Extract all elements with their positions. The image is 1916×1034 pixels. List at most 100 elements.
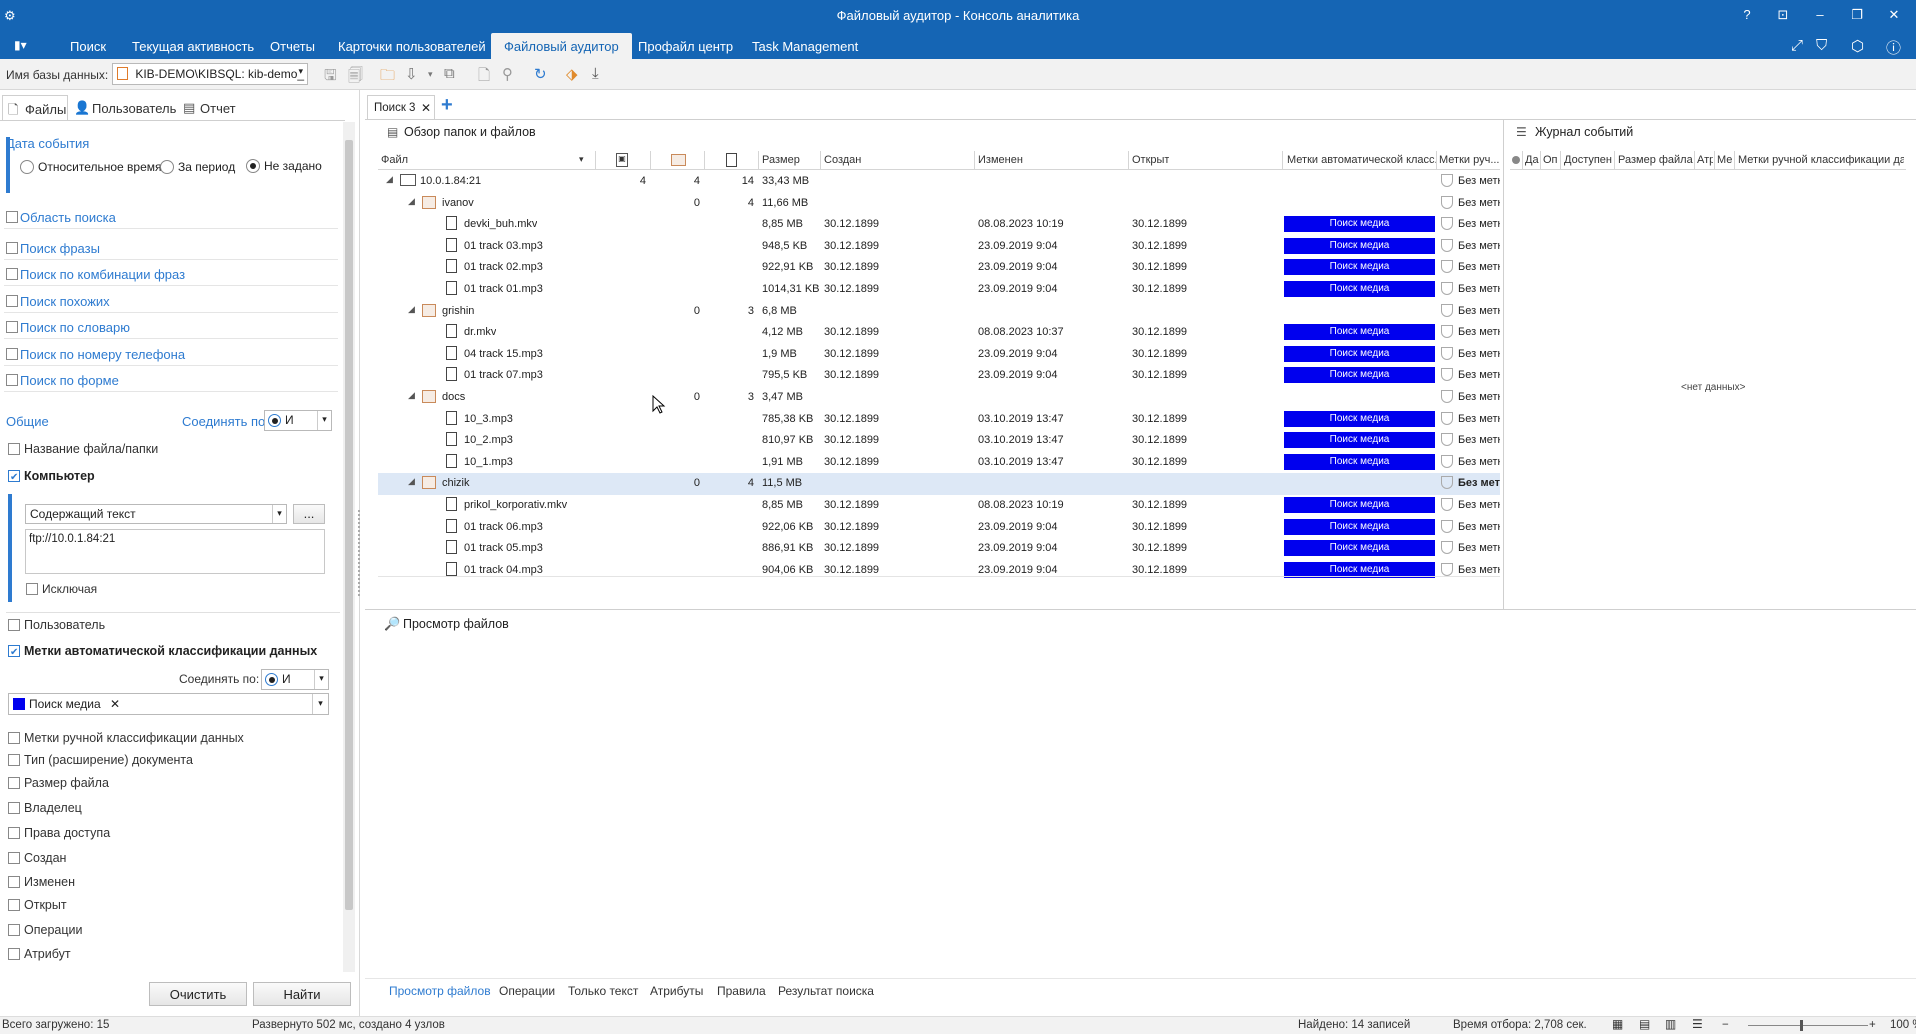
scrollbar-thumb[interactable] (345, 140, 353, 910)
filter-attribute[interactable]: Атрибут (8, 947, 71, 961)
col-modified[interactable]: Изменен (978, 154, 1023, 166)
journal-col-date[interactable]: Да (1525, 154, 1539, 166)
menu-search[interactable]: Поиск (70, 39, 106, 54)
checkbox[interactable] (8, 852, 20, 864)
filter-computer[interactable]: Компьютер (8, 469, 95, 483)
section-search-area[interactable]: Область поиска (4, 207, 338, 229)
close-icon[interactable]: ✕ (1884, 7, 1904, 23)
tab-operations[interactable]: Операции (499, 984, 555, 998)
checkbox[interactable] (8, 802, 20, 814)
auto-label-tag[interactable]: Поиск медиа (1284, 281, 1435, 297)
view-table-icon[interactable]: ▤ (1639, 1017, 1650, 1031)
zoom-in-icon[interactable]: + (1869, 1019, 1876, 1031)
checkbox[interactable] (6, 295, 18, 307)
common-label[interactable]: Общие (6, 414, 49, 429)
shield-menu-icon[interactable]: ⛉ (1816, 37, 1827, 54)
export-chevron-icon[interactable]: ▾ (428, 69, 433, 80)
view-rows-icon[interactable]: ☰ (1692, 1017, 1703, 1031)
table-row[interactable]: 01 track 01.mp3 1014,31 KB 30.12.1899 23.09… (378, 279, 1500, 301)
chevron-down-icon[interactable]: ▾ (312, 694, 328, 714)
radio-period[interactable]: За период (160, 160, 235, 174)
col-auto-labels[interactable]: Метки автоматической класс... (1287, 154, 1437, 166)
menu-user-cards[interactable]: Карточки пользователей (338, 39, 486, 54)
checkbox[interactable] (8, 443, 20, 455)
table-row[interactable]: 01 track 05.mp3 886,91 KB 30.12.1899 23.09.… (378, 538, 1500, 560)
chip-close-icon[interactable]: ✕ (110, 697, 120, 711)
table-row[interactable]: ◢ grishin 0 3 6,8 MB Без метки (378, 301, 1500, 323)
event-date-title[interactable]: Дата события (6, 136, 89, 151)
journal-col-size[interactable]: Размер файла (1618, 154, 1693, 166)
menu-file-auditor[interactable]: Файловый аудитор (491, 33, 632, 59)
menu-reports[interactable]: Отчеты (270, 39, 315, 54)
table-row[interactable]: 04 track 15.mp3 1,9 MB 30.12.1899 23.09.201… (378, 344, 1500, 366)
checkbox[interactable] (8, 924, 20, 936)
checkbox[interactable] (6, 374, 18, 386)
filter-modified[interactable]: Изменен (8, 875, 75, 889)
view-grid-icon[interactable]: ▦ (1612, 1017, 1623, 1031)
filter-doc-type[interactable]: Тип (расширение) документа (8, 753, 193, 767)
auto-label-tag[interactable]: Поиск медиа (1284, 324, 1435, 341)
checkbox[interactable] (6, 211, 18, 223)
zoom-slider-handle[interactable] (1800, 1020, 1803, 1031)
download-icon[interactable]: ⤓ (592, 65, 599, 82)
col-computers-icon[interactable]: ▣ (616, 153, 628, 167)
table-row[interactable]: devki_buh.mkv 8,85 MB 30.12.1899 08.08.2023… (378, 214, 1500, 236)
computer-textarea[interactable]: ftp://10.0.1.84:21 (25, 529, 325, 574)
export-icon[interactable]: ⇩ (405, 65, 418, 83)
checkbox[interactable] (6, 321, 18, 333)
minimize-icon[interactable]: – (1810, 7, 1830, 22)
section-similar[interactable]: Поиск похожих (4, 291, 338, 313)
auto-label-tag[interactable]: Поиск медиа (1284, 345, 1435, 362)
col-opened[interactable]: Открыт (1132, 154, 1169, 166)
table-row[interactable]: 01 track 04.mp3 904,06 KB 30.12.1899 23.09.… (378, 560, 1500, 582)
col-size[interactable]: Размер (762, 154, 800, 166)
checkbox[interactable] (8, 777, 20, 789)
restore-icon[interactable]: ❐ (1847, 7, 1867, 23)
tab-preview-files[interactable]: Просмотр файлов (389, 984, 491, 998)
radio-not-set[interactable]: Не задано (246, 159, 322, 173)
auto-label-tag[interactable]: Поиск медиа (1284, 367, 1435, 384)
db-select[interactable]: KIB-DEMO\KIBSQL: kib-demo_ ▾ (112, 63, 308, 85)
zoom-slider[interactable] (1748, 1025, 1868, 1026)
auto-label-tag[interactable]: Поиск медиа (1284, 410, 1435, 427)
tag-icon[interactable]: ⬗ (566, 65, 578, 83)
app-menu-icon[interactable]: ▮▾ (14, 38, 27, 52)
col-manual-labels[interactable]: Метки руч... (1439, 154, 1499, 166)
filter-operations[interactable]: Операции (8, 923, 82, 937)
checkbox-checked[interactable] (8, 645, 20, 657)
tab-text-only[interactable]: Только текст (568, 984, 638, 998)
checkbox[interactable] (8, 876, 20, 888)
menu-current-activity[interactable]: Текущая активность (132, 39, 254, 54)
auto-label-tag[interactable]: Поиск медиа (1284, 453, 1435, 470)
auto-label-tag[interactable]: Поиск медиа (1284, 216, 1435, 233)
add-tab-icon[interactable]: + (441, 94, 453, 117)
auto-label-tag[interactable]: Поиск медиа (1284, 237, 1435, 254)
tab-attributes[interactable]: Атрибуты (650, 984, 703, 998)
filter-access[interactable]: Права доступа (8, 826, 110, 840)
checkbox[interactable] (8, 732, 20, 744)
checkbox[interactable] (6, 268, 18, 280)
section-phone[interactable]: Поиск по номеру телефона (4, 344, 338, 366)
open-folder-icon[interactable]: 🗀 (380, 65, 395, 90)
tab-report[interactable]: Отчет (200, 101, 236, 116)
contains-select[interactable]: Содержащий текст ▾ (25, 504, 287, 524)
checkbox[interactable] (8, 899, 20, 911)
filter-owner[interactable]: Владелец (8, 801, 82, 815)
col-file-filter-icon[interactable]: ▾ (579, 154, 584, 165)
view-columns-icon[interactable]: ▥ (1665, 1017, 1676, 1031)
layout-icon[interactable]: ⊡ (1773, 7, 1793, 23)
info-icon[interactable]: ⓘ (1886, 37, 1901, 58)
checkbox[interactable] (26, 583, 38, 595)
table-row[interactable]: ◢docs033,47 MBБез метки (378, 387, 1500, 409)
copy-icon[interactable]: ⧉ (444, 65, 455, 82)
zoom-out-icon[interactable]: − (1722, 1019, 1729, 1031)
table-row[interactable]: ◢ 10.0.1.84:21 4 4 14 33,43 MB Без метки (378, 171, 1500, 193)
section-dictionary[interactable]: Поиск по словарю (4, 317, 338, 339)
table-row[interactable]: 10_3.mp3 785,38 KB 30.12.1899 03.10.2019 13… (378, 409, 1500, 431)
menu-profile-center[interactable]: Профайл центр (638, 39, 733, 54)
expand-arrow-icon[interactable]: ◢ (386, 174, 393, 185)
tab-rules[interactable]: Правила (717, 984, 766, 998)
table-row[interactable]: 01 track 07.mp3 795,5 KB 30.12.1899 23.09.2… (378, 365, 1500, 387)
section-phrase-search[interactable]: Поиск фразы (4, 238, 338, 260)
cube-icon[interactable]: ⬡ (1851, 37, 1864, 55)
